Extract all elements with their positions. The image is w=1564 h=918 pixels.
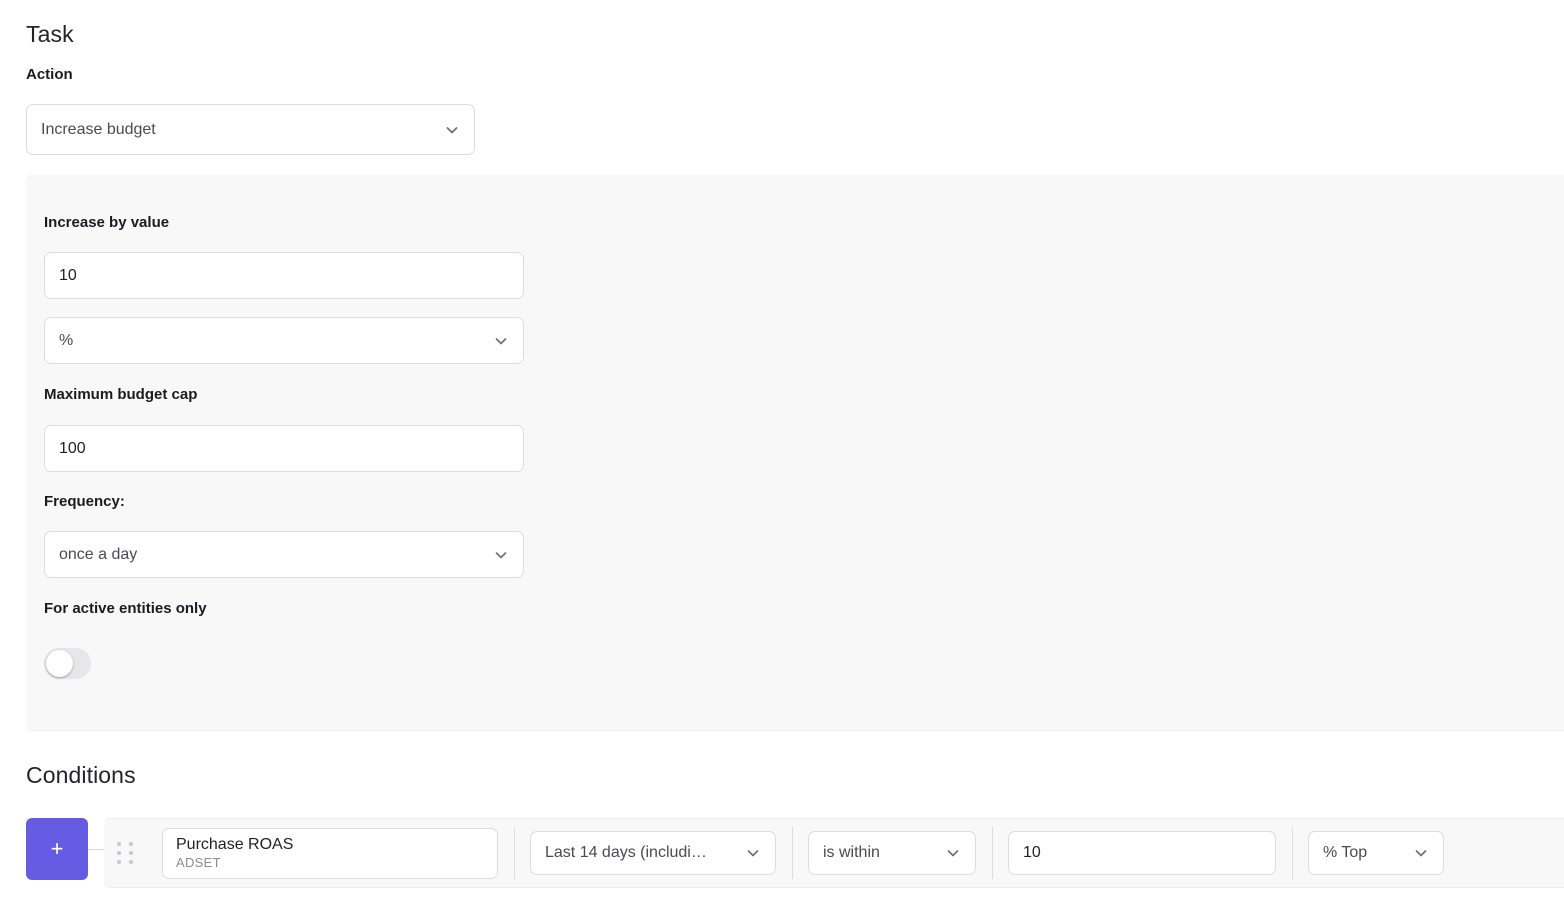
task-section-title: Task [26, 21, 74, 47]
for-active-entities-only-toggle[interactable] [44, 648, 91, 679]
add-condition-button[interactable]: + [26, 818, 88, 880]
action-label: Action [26, 66, 73, 83]
condition-metric-segment: Purchase ROAS ADSET [146, 818, 514, 888]
condition-row: + Purchase ROAS ADSET Last 14 days (incl… [26, 818, 1564, 888]
rule-editor-page: Task Action Increase budget Increase by … [0, 0, 1564, 918]
chevron-down-icon [745, 845, 761, 861]
condition-connector-line [88, 849, 104, 850]
for-active-entities-only-label: For active entities only [44, 600, 207, 617]
frequency-select[interactable]: once a day [44, 531, 524, 578]
action-select-value: Increase budget [41, 120, 156, 138]
condition-date-range-value: Last 14 days (includi… [545, 844, 707, 861]
condition-operator-select[interactable]: is within [808, 831, 976, 875]
condition-value-input[interactable]: 10 [1008, 831, 1276, 875]
frequency-label: Frequency: [44, 493, 125, 510]
maximum-budget-cap-label: Maximum budget cap [44, 386, 198, 403]
condition-metric-level: ADSET [176, 855, 221, 870]
drag-handle-icon[interactable] [104, 818, 146, 888]
drag-dots [117, 842, 133, 864]
chevron-down-icon [945, 845, 961, 861]
condition-daterange-segment: Last 14 days (includi… [514, 818, 792, 888]
condition-unit-value: % Top [1323, 844, 1368, 861]
chevron-down-icon [444, 122, 460, 138]
condition-operator-value: is within [823, 844, 880, 861]
increase-by-value-input[interactable]: 10 [44, 252, 524, 299]
condition-date-range-select[interactable]: Last 14 days (includi… [530, 831, 776, 875]
chevron-down-icon [493, 547, 509, 563]
condition-value-segment: 10 [992, 818, 1292, 888]
condition-metric-name: Purchase ROAS [176, 836, 294, 853]
condition-fields-container: Purchase ROAS ADSET Last 14 days (includ… [104, 818, 1564, 888]
chevron-down-icon [493, 333, 509, 349]
conditions-section-title: Conditions [26, 762, 136, 788]
increase-unit-select[interactable]: % [44, 317, 524, 364]
toggle-knob [46, 650, 73, 677]
condition-unit-segment: % Top [1292, 818, 1460, 888]
frequency-value: once a day [59, 545, 138, 563]
action-select[interactable]: Increase budget [26, 104, 475, 155]
maximum-budget-cap-input[interactable]: 100 [44, 425, 524, 472]
condition-metric-select[interactable]: Purchase ROAS ADSET [162, 827, 498, 879]
chevron-down-icon [1413, 845, 1429, 861]
increase-by-value-label: Increase by value [44, 214, 170, 231]
condition-unit-select[interactable]: % Top [1308, 831, 1444, 875]
increase-unit-value: % [59, 331, 74, 349]
condition-operator-segment: is within [792, 818, 992, 888]
